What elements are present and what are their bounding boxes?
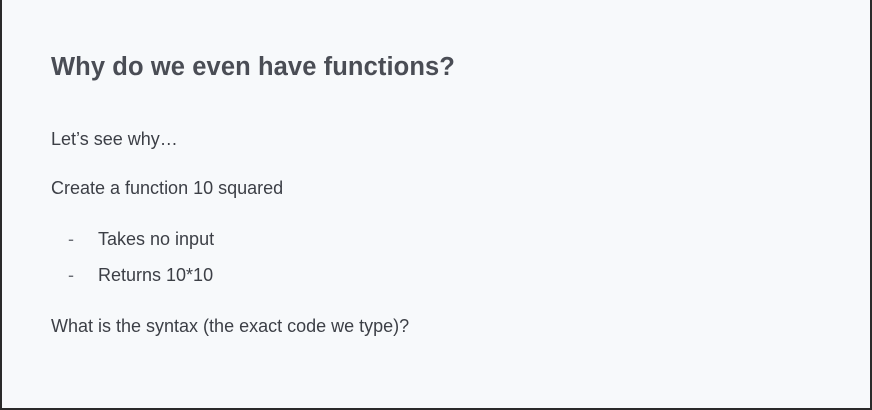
bullet-item-2: - Returns 10*10 [2, 265, 870, 287]
bullet-item-1: - Takes no input [2, 229, 870, 251]
slide-title: Why do we even have functions? [51, 53, 455, 81]
intro-text: Let’s see why… [51, 129, 178, 149]
question-text: What is the syntax (the exact code we ty… [51, 316, 410, 336]
bullet-dash: - [68, 229, 74, 249]
bullet-dash: - [68, 265, 74, 285]
bullet-text: Takes no input [98, 229, 215, 249]
presentation-slide: Why do we even have functions? Let’s see… [2, 0, 870, 408]
task-text: Create a function 10 squared [51, 178, 284, 198]
bullet-text: Returns 10*10 [98, 265, 214, 285]
